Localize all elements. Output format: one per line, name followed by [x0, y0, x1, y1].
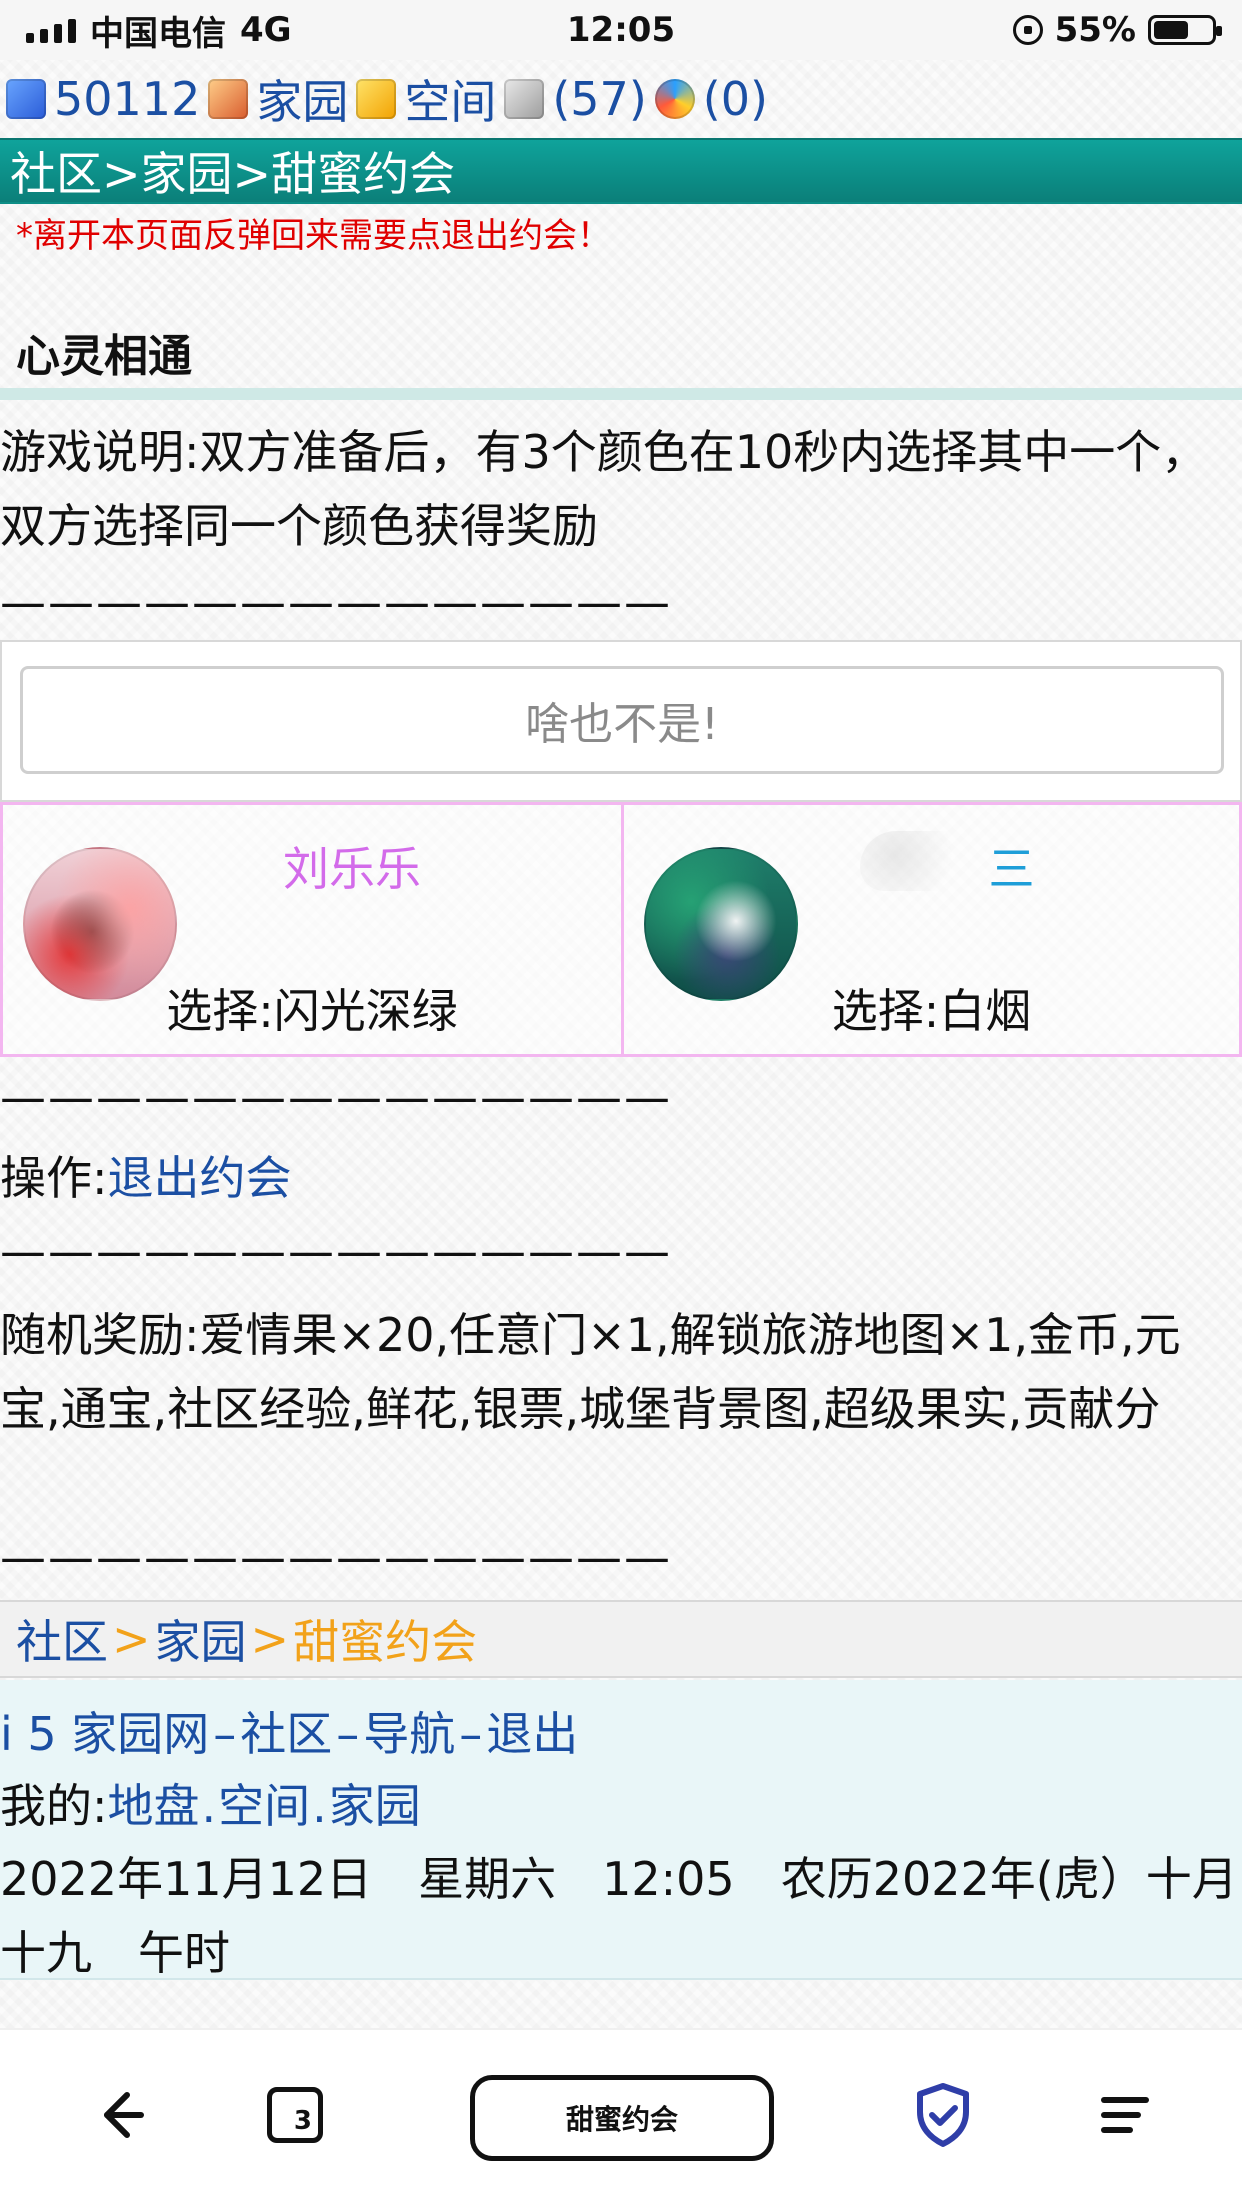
- tab-count: 3: [293, 2106, 312, 2136]
- footer-nav-link[interactable]: 导航: [363, 1707, 455, 1761]
- players-panel: 刘乐乐 选择:闪光深绿 三 选择:白烟: [0, 802, 1242, 1057]
- player-1-name: 刘乐乐: [283, 842, 421, 896]
- page-title-pill[interactable]: 甜蜜约会: [470, 2075, 774, 2161]
- footer-crumb-community[interactable]: 社区: [16, 1606, 108, 1672]
- rewards-text: 随机奖励:爱情果×20,任意门×1,解锁旅游地图×1,金币,元宝,通宝,社区经验…: [0, 1308, 1181, 1436]
- player-card-1: 刘乐乐 选择:闪光深绿: [3, 805, 621, 1054]
- home-link[interactable]: 家园: [256, 66, 348, 132]
- footer-crumb-current: 甜蜜约会: [293, 1615, 478, 1669]
- carrier: 中国电信: [90, 13, 226, 54]
- menu-lines-icon: [1101, 2097, 1149, 2133]
- warning-text: *离开本页面反弹回来需要点退出约会！: [16, 216, 611, 256]
- user-id-link[interactable]: 50112: [54, 72, 200, 126]
- status-right: 55%: [1012, 10, 1222, 50]
- player-1-choice: 选择:闪光深绿: [166, 984, 458, 1038]
- footer-nav-line: i 5 家园网–社区–导航–退出: [0, 1698, 1240, 1764]
- breadcrumb-bar: 社区>家园>甜蜜约会: [0, 138, 1242, 204]
- status-left: 中国电信 4G: [26, 6, 292, 55]
- clock: 12:05: [566, 10, 676, 50]
- nav-dash-3: –: [459, 1707, 483, 1761]
- battery-percent: 55%: [1054, 10, 1136, 50]
- footer-community-link[interactable]: 社区: [240, 1707, 332, 1761]
- footer-date-line: 2022年11月12日 星期六 12:05 农历2022年(虎）十月十九 午时: [0, 1852, 1238, 1980]
- footer-logout-link[interactable]: 退出: [486, 1707, 578, 1761]
- tabs-button[interactable]: 3: [250, 2070, 340, 2160]
- breadcrumb-text: 社区>家园>甜蜜约会: [10, 147, 456, 201]
- status-bar: 中国电信 4G 12:05 55%: [0, 0, 1242, 60]
- game-description: 游戏说明:双方准备后，有3个颜色在10秒内选择其中一个，双方选择同一个颜色获得奖…: [0, 425, 1208, 553]
- footer-panel: i 5 家园网–社区–导航–退出 我的:地盘.空间.家园 2022年11月12日…: [0, 1680, 1242, 1980]
- star-icon: [356, 79, 397, 119]
- back-button[interactable]: [70, 2070, 160, 2160]
- home-icon: [208, 79, 249, 119]
- signal-icon: [26, 17, 76, 43]
- nav-dash-2: –: [336, 1707, 360, 1761]
- phone-icon: [6, 79, 46, 119]
- operation-row: 操作:退出约会: [0, 1142, 292, 1208]
- colorful-icon: [654, 79, 695, 119]
- operation-label: 操作:: [0, 1151, 108, 1205]
- game-title: 心灵相通: [16, 331, 192, 382]
- exit-date-link[interactable]: 退出约会: [108, 1151, 292, 1205]
- nav-dash-1: –: [213, 1707, 237, 1761]
- player-2-name: 三: [988, 842, 1035, 896]
- battery-level: [1154, 21, 1189, 39]
- separator-1: ——————————————: [0, 575, 672, 629]
- result-display: 啥也不是!: [20, 666, 1224, 774]
- top-info-bar: 50112 家园 空间 (57) (0): [0, 60, 1242, 138]
- separator-2: ——————————————: [0, 1070, 672, 1124]
- footer-crumb-sep-2: >: [250, 1612, 290, 1666]
- space-link[interactable]: 空间: [404, 66, 496, 132]
- footer-breadcrumb: 社区 > 家园 > 甜蜜约会: [0, 1600, 1242, 1678]
- bank-icon: [504, 79, 545, 119]
- rotation-lock-icon: [1012, 15, 1043, 45]
- shield-check-icon: [917, 2083, 969, 2147]
- page-title: 甜蜜约会: [565, 2103, 678, 2136]
- my-space-link[interactable]: 空间: [218, 1779, 310, 1833]
- back-arrow-icon: [104, 2092, 144, 2138]
- my-land-link[interactable]: 地盘: [108, 1779, 200, 1833]
- player-2-choice: 选择:白烟: [831, 984, 1032, 1038]
- separator-3: ——————————————: [0, 1224, 672, 1278]
- bank-count-link[interactable]: (57): [552, 72, 646, 126]
- my-home-link[interactable]: 家园: [329, 1779, 421, 1833]
- menu-button[interactable]: [1080, 2070, 1170, 2160]
- player-card-2: 三 选择:白烟: [621, 805, 1239, 1054]
- site-link[interactable]: i 5 家园网: [0, 1707, 209, 1761]
- tab-count-icon: 3: [267, 2087, 323, 2143]
- footer-my-line: 我的:地盘.空间.家园: [0, 1770, 1240, 1836]
- other-count-link[interactable]: (0): [703, 72, 768, 126]
- security-button[interactable]: [898, 2070, 988, 2160]
- footer-crumb-home[interactable]: 家园: [155, 1606, 247, 1672]
- battery-icon: [1148, 15, 1222, 45]
- my-label: 我的:: [0, 1779, 108, 1833]
- result-box: 啥也不是!: [0, 640, 1242, 802]
- footer-crumb-sep-1: >: [112, 1612, 151, 1666]
- browser-bottom-bar: 3 甜蜜约会: [0, 2028, 1242, 2210]
- my-dot-2: .: [312, 1779, 327, 1833]
- my-dot-1: .: [201, 1779, 217, 1833]
- section-divider: [0, 388, 1242, 400]
- network-type: 4G: [240, 10, 292, 50]
- separator-4: ——————————————: [0, 1530, 672, 1584]
